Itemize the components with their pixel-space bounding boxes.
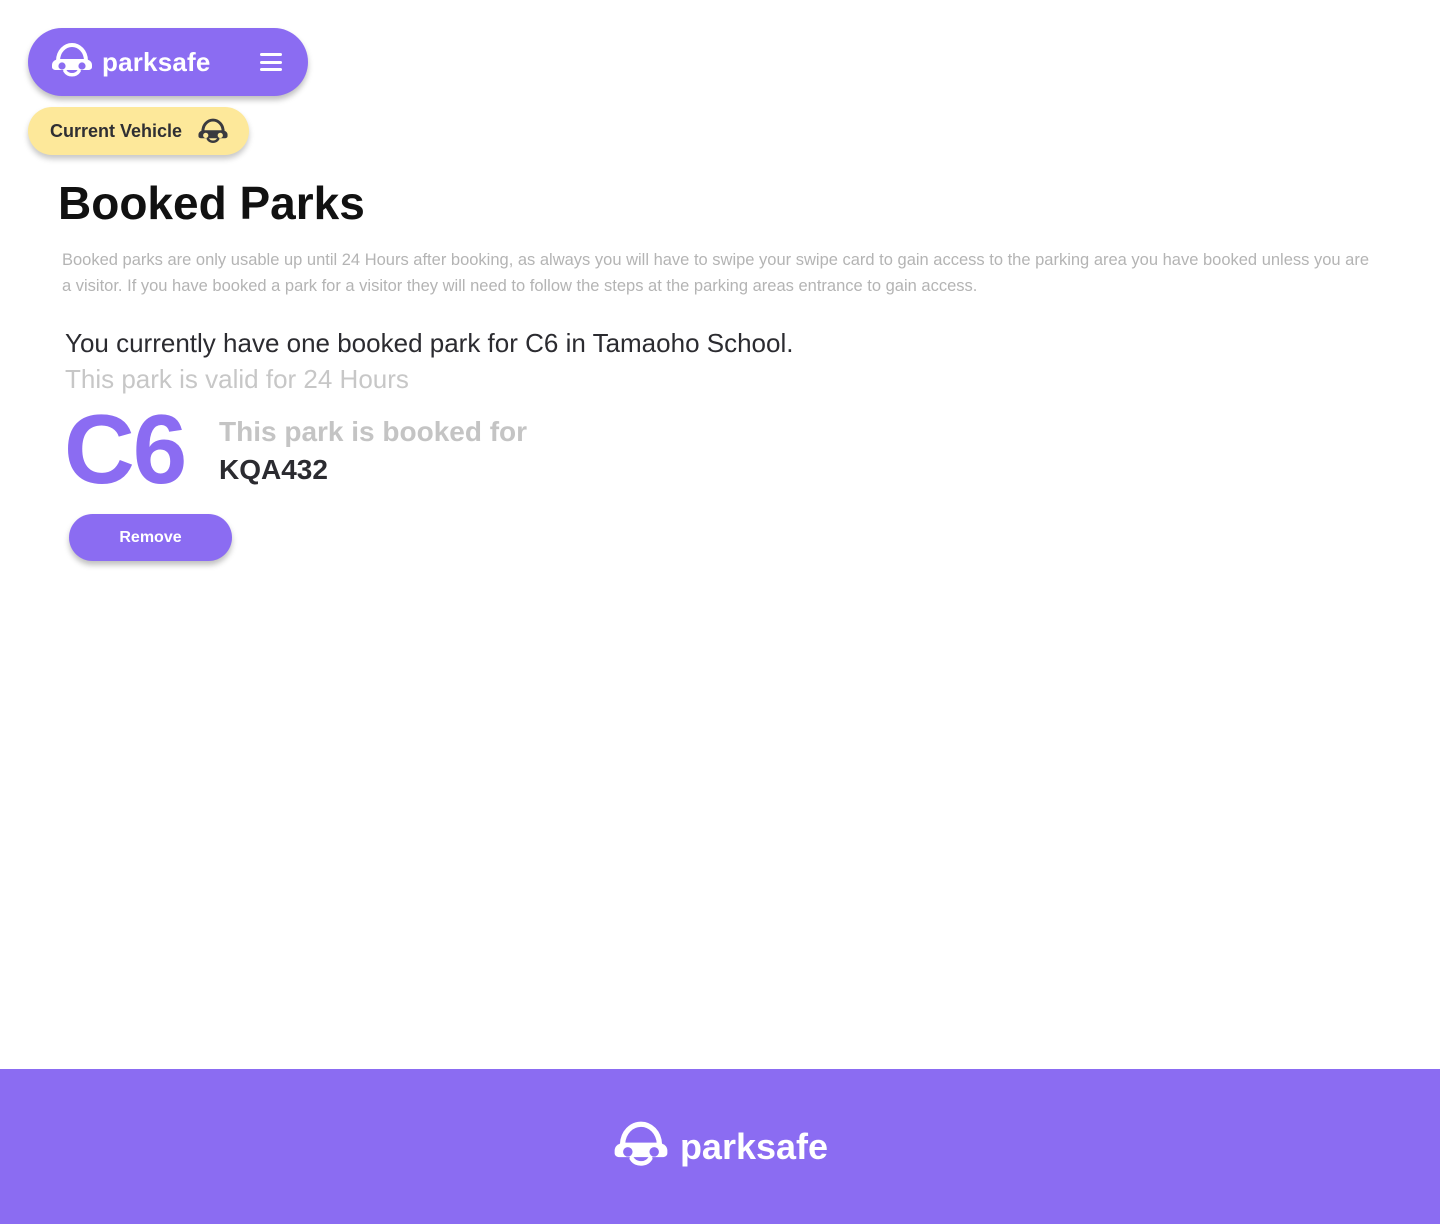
booking-validity: This park is valid for 24 Hours	[65, 364, 409, 394]
hamburger-menu-icon[interactable]	[258, 51, 284, 73]
remove-booking-button[interactable]: Remove	[69, 514, 232, 561]
top-nav: parksafe	[28, 28, 308, 96]
booking-info-description: Booked parks are only usable up until 24…	[62, 251, 1370, 295]
brand-logo-link[interactable]: parksafe	[50, 42, 211, 82]
booked-for-label: This park is booked for	[219, 416, 528, 447]
park-code: C6	[64, 394, 187, 504]
page-title: Booked Parks	[58, 177, 365, 229]
current-vehicle-label: Current Vehicle	[50, 120, 183, 141]
current-vehicle-button[interactable]: Current Vehicle	[28, 107, 249, 155]
brand-name: parksafe	[102, 46, 211, 77]
footer-brand-logo[interactable]: parksafe	[612, 1121, 828, 1172]
booking-summary: You currently have one booked park for C…	[65, 328, 794, 358]
car-logo-icon	[50, 42, 94, 82]
page: parksafe Current Vehicle Booked Parks Bo…	[0, 0, 1440, 1224]
car-icon	[197, 118, 229, 144]
vehicle-plate: KQA432	[219, 454, 328, 485]
footer-brand-name: parksafe	[679, 1125, 829, 1167]
footer: parksafe	[0, 1069, 1440, 1224]
car-logo-icon	[612, 1121, 670, 1172]
